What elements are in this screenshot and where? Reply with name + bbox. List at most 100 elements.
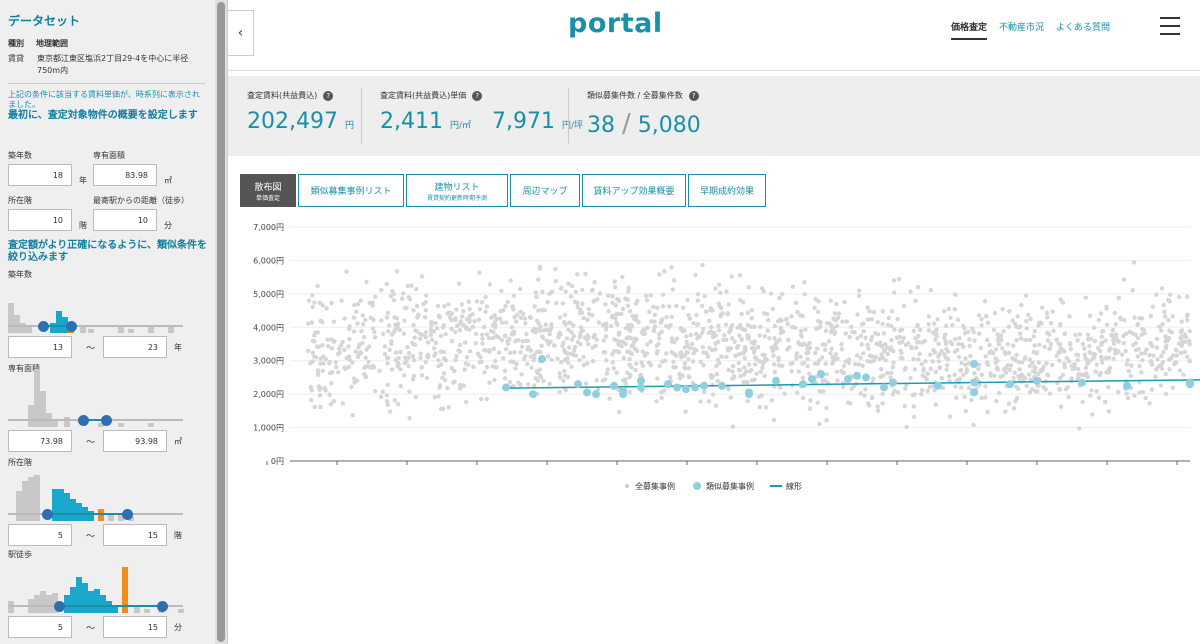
all-listing-point [762, 311, 767, 316]
all-listing-point [880, 373, 886, 378]
all-listing-point [828, 329, 834, 335]
all-listing-point [616, 409, 622, 415]
nav-market[interactable]: 不動産市況 [999, 20, 1044, 40]
collapse-sidebar-button[interactable]: ‹ [228, 10, 254, 56]
sidebar-scroll-thumb[interactable] [217, 2, 225, 642]
filter-min-input[interactable]: 73.98 [8, 430, 72, 452]
all-listing-point [879, 344, 885, 349]
all-listing-point [547, 332, 552, 337]
range-max-handle[interactable] [101, 415, 112, 426]
all-listing-point [703, 309, 709, 314]
stat-divider [361, 88, 362, 144]
all-listing-point [580, 287, 585, 293]
nav-price-assessment[interactable]: 価格査定 [950, 20, 987, 40]
tab-1[interactable]: 散布図 単価査定 [240, 174, 296, 207]
filter-max-input[interactable]: 93.98 [103, 430, 168, 452]
all-listing-point [1132, 393, 1137, 398]
all-listing-point [701, 389, 707, 394]
all-listing-point [669, 265, 674, 270]
all-listing-point [1123, 331, 1129, 336]
all-listing-point [652, 312, 658, 318]
all-listing-point [562, 350, 568, 355]
range-max-handle[interactable] [157, 601, 168, 612]
all-listing-point [1144, 347, 1149, 352]
range-max-handle[interactable] [122, 509, 133, 520]
sidebar-scrollbar[interactable] [215, 0, 227, 644]
all-listings-series [305, 260, 1192, 431]
tab-3[interactable]: 建物リスト 賃貸契約更新時期予測 [406, 174, 508, 207]
all-listing-point [933, 402, 938, 407]
divider [8, 83, 205, 84]
range-min-handle[interactable] [38, 321, 49, 332]
all-listing-point [1147, 353, 1152, 358]
area-input[interactable]: 83.98 [93, 164, 157, 186]
all-listing-point [355, 321, 360, 326]
histogram-bar [168, 327, 174, 333]
tab-2[interactable]: 類似募集事例リスト [298, 174, 404, 207]
all-listing-point [908, 289, 913, 294]
all-listing-point [741, 372, 747, 377]
all-listing-point [1163, 371, 1168, 377]
all-listing-point [423, 307, 428, 313]
all-listing-point [700, 330, 705, 336]
all-listing-point [438, 406, 444, 412]
all-listing-point [754, 371, 759, 376]
all-listing-point [441, 371, 447, 376]
all-listing-point [937, 351, 942, 357]
all-listing-point [742, 348, 748, 354]
help-icon[interactable]: ? [323, 90, 334, 101]
age-input[interactable]: 18 [8, 164, 72, 186]
range-slider-track[interactable] [8, 325, 183, 327]
all-listing-point [627, 323, 632, 329]
all-listing-point [633, 336, 638, 342]
filter-min-input[interactable]: 5 [8, 616, 72, 638]
walk-input[interactable]: 10 [93, 209, 157, 231]
all-listing-point [937, 365, 943, 371]
nav-faq[interactable]: よくある質問 [1056, 20, 1110, 40]
hamburger-icon[interactable] [1160, 17, 1180, 35]
all-listing-point [417, 336, 423, 341]
all-listing-point [449, 326, 454, 331]
range-max-handle[interactable] [66, 321, 77, 332]
range-min-handle[interactable] [53, 601, 65, 612]
all-listing-point [680, 305, 686, 310]
all-listing-point [726, 302, 731, 307]
all-listing-point [979, 323, 984, 328]
all-listing-point [1098, 370, 1103, 376]
help-icon[interactable]: ? [472, 90, 483, 101]
filter-max-input[interactable]: 15 [103, 524, 168, 546]
all-listing-point [1125, 358, 1130, 363]
all-listing-point [1066, 394, 1071, 400]
floor-input[interactable]: 10 [8, 209, 72, 231]
all-listing-point [331, 398, 337, 404]
all-listing-point [558, 360, 564, 365]
tab-6[interactable]: 早期成約効果 [688, 174, 766, 207]
floor-label: 所在階 [8, 196, 32, 205]
tab-4[interactable]: 周辺マップ [510, 174, 580, 207]
all-listing-point [627, 374, 632, 380]
all-listing-point [1050, 362, 1055, 368]
similar-listing-point [700, 381, 708, 390]
filter-max-input[interactable]: 15 [103, 616, 168, 638]
all-listing-point [1060, 348, 1065, 353]
filter-max-input[interactable]: 23 [103, 336, 168, 358]
all-listing-point [1019, 372, 1024, 377]
range-min-handle[interactable] [41, 509, 53, 520]
histogram-bar [80, 327, 86, 333]
similar-listing-point [1006, 380, 1014, 389]
all-listing-point [456, 348, 461, 353]
all-listing-point [334, 364, 339, 370]
all-listing-point [522, 316, 528, 321]
all-listing-point [860, 363, 865, 369]
filter-min-input[interactable]: 5 [8, 524, 72, 546]
tab-5[interactable]: 賃料アップ効果概要 [582, 174, 686, 207]
all-listing-point [771, 362, 777, 367]
logo[interactable]: portal [568, 8, 663, 39]
all-listing-point [1111, 338, 1116, 343]
all-listing-point [909, 344, 914, 350]
all-listing-point [384, 281, 389, 287]
all-listing-point [575, 304, 580, 309]
help-icon[interactable]: ? [688, 90, 699, 101]
all-listing-point [621, 355, 626, 361]
filter-min-input[interactable]: 13 [8, 336, 72, 358]
